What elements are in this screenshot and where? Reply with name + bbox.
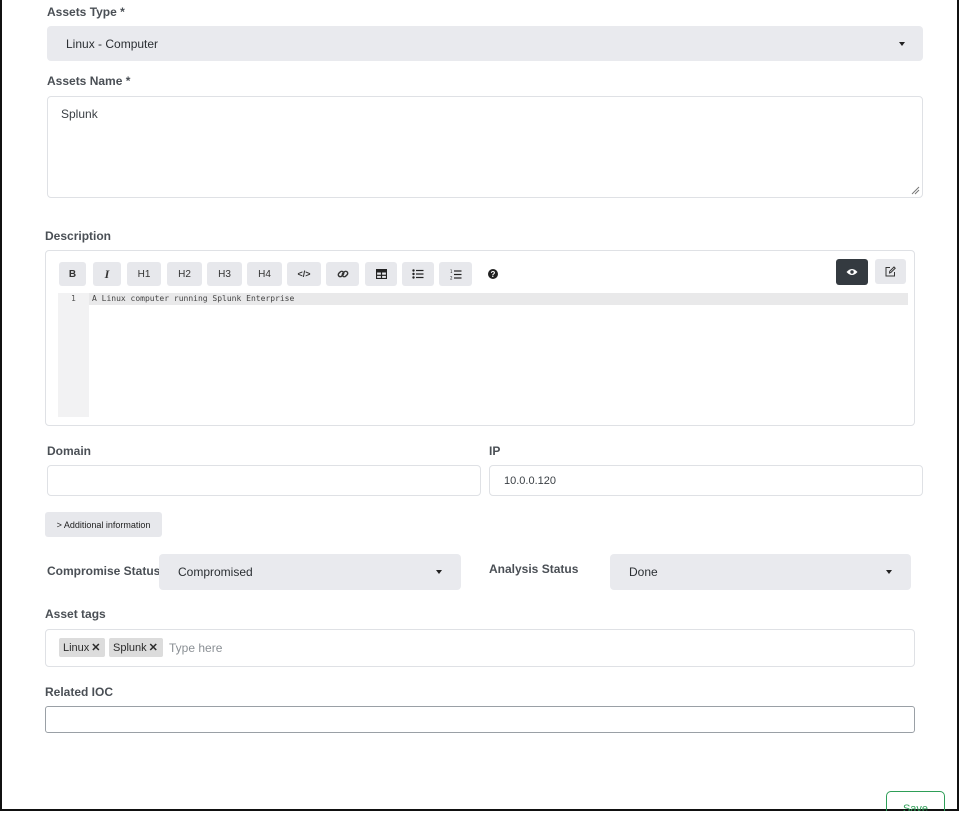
- ordered-list-icon: 1 2: [450, 269, 461, 280]
- chevron-down-icon: [436, 570, 442, 574]
- code-icon: </>: [297, 269, 311, 279]
- save-button[interactable]: Save: [886, 791, 945, 811]
- analysis-status-label: Analysis Status: [489, 562, 579, 576]
- table-button[interactable]: [365, 262, 397, 286]
- assets-type-value: Linux - Computer: [66, 36, 159, 51]
- assets-name-value: Splunk: [61, 107, 98, 121]
- link-icon: [337, 270, 348, 278]
- asset-tags-label: Asset tags: [45, 607, 106, 621]
- compromise-status-value: Compromised: [178, 565, 253, 579]
- tag-linux: Linux ✕: [59, 638, 105, 657]
- related-ioc-input[interactable]: [45, 706, 915, 733]
- editor-content[interactable]: A Linux computer running Splunk Enterpri…: [92, 294, 294, 303]
- h2-button[interactable]: H2: [167, 262, 202, 286]
- ip-label: IP: [489, 444, 501, 458]
- edit-icon: [885, 266, 896, 277]
- editor-line-number: 1: [71, 294, 76, 303]
- h1-label: H1: [137, 268, 151, 280]
- save-button-clip: Save: [886, 791, 947, 811]
- eye-icon: [846, 269, 858, 275]
- edit-mode-button[interactable]: [875, 259, 906, 284]
- remove-tag-icon[interactable]: ✕: [149, 641, 158, 654]
- assets-type-label: Assets Type *: [47, 5, 125, 19]
- compromise-status-label: Compromise Status: [47, 564, 161, 578]
- domain-input[interactable]: [47, 465, 481, 496]
- table-icon: [375, 269, 387, 279]
- h3-label: H3: [218, 268, 231, 280]
- italic-label: I: [104, 266, 110, 281]
- tag-splunk: Splunk ✕: [109, 638, 163, 657]
- bold-label: B: [68, 268, 77, 280]
- domain-label: Domain: [47, 444, 92, 458]
- remove-tag-icon[interactable]: ✕: [91, 641, 100, 654]
- italic-button[interactable]: I: [93, 262, 121, 286]
- help-glyph: ?: [490, 269, 496, 279]
- tag-label: Splunk: [113, 641, 147, 654]
- chevron-down-icon: [899, 41, 905, 46]
- svg-text:2: 2: [450, 275, 453, 280]
- link-button[interactable]: [326, 262, 359, 286]
- h4-button[interactable]: H4: [247, 262, 282, 286]
- analysis-status-value: Done: [629, 565, 658, 579]
- analysis-status-select[interactable]: Done: [610, 554, 911, 590]
- ip-value: 10.0.0.120: [504, 475, 556, 487]
- resize-handle-icon[interactable]: [911, 186, 920, 195]
- unordered-list-button[interactable]: [402, 262, 434, 286]
- related-ioc-label: Related IOC: [45, 685, 114, 699]
- tag-label: Linux: [63, 641, 90, 654]
- svg-text:1: 1: [450, 269, 453, 274]
- description-label: Description: [45, 229, 112, 243]
- ordered-list-button[interactable]: 1 2: [439, 262, 472, 286]
- h1-button[interactable]: H1: [127, 262, 161, 286]
- compromise-status-select[interactable]: Compromised: [159, 554, 461, 590]
- help-icon[interactable]: ?: [488, 269, 498, 279]
- h2-label: H2: [178, 268, 191, 280]
- code-button[interactable]: </>: [287, 262, 321, 286]
- assets-name-textarea[interactable]: Splunk: [47, 96, 923, 198]
- additional-information-button[interactable]: > Additional information: [45, 512, 162, 537]
- chevron-down-icon: [886, 570, 892, 574]
- h3-button[interactable]: H3: [207, 262, 242, 286]
- assets-type-select[interactable]: Linux - Computer: [47, 26, 923, 61]
- unordered-list-icon: [412, 269, 424, 279]
- ip-input[interactable]: 10.0.0.120: [489, 465, 923, 496]
- h4-label: H4: [258, 268, 271, 280]
- editor-gutter: [58, 293, 89, 417]
- bold-button[interactable]: B: [59, 262, 86, 286]
- assets-name-label: Assets Name *: [47, 74, 131, 88]
- preview-toggle-button[interactable]: [836, 259, 868, 285]
- asset-tags-placeholder[interactable]: Type here: [169, 641, 222, 655]
